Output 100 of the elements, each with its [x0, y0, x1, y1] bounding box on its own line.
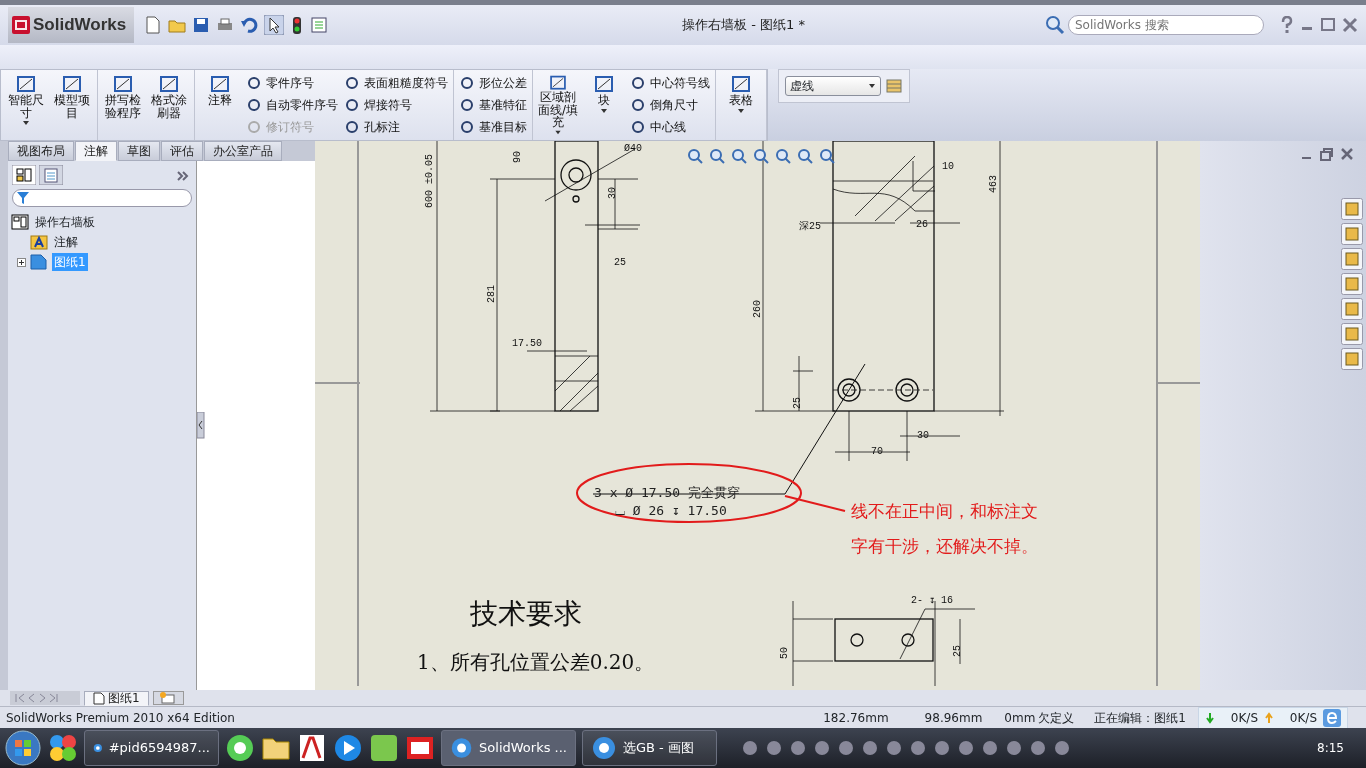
zoom-fit-icon[interactable]	[687, 148, 703, 164]
comment-text: 线不在正中间，和标注文	[851, 501, 1038, 521]
dimension-text: 463	[988, 175, 999, 193]
dimension-text: 10	[942, 161, 954, 172]
annotation-folder-icon[interactable]	[30, 233, 48, 251]
ribbon-button[interactable]: 中心符号线	[628, 73, 712, 93]
editing-text: 正在编辑：图纸1	[1094, 709, 1186, 727]
line-style-dropdown[interactable]: 虚线	[785, 76, 881, 96]
ribbon-button[interactable]: 基准特征	[457, 95, 529, 115]
download-speed: 0K/S	[1230, 709, 1258, 727]
add-sheet-icon[interactable]	[152, 691, 184, 705]
ribbon-button[interactable]: 区域剖面线/填充	[536, 72, 580, 138]
hole-callout-text: ⌴ Ø 26 ↧ 17.50	[615, 503, 727, 518]
taskbar-window-button[interactable]: 选GB - 画图	[582, 730, 717, 766]
caret-icon	[868, 82, 876, 90]
ribbon-button[interactable]: 表格	[719, 72, 763, 138]
ribbon-button[interactable]: 焊接符号	[342, 95, 450, 115]
dimension-text: Ø40	[624, 143, 642, 154]
ribbon-button[interactable]: 块	[582, 72, 626, 138]
close-icon[interactable]	[1342, 17, 1358, 33]
drawing-icon[interactable]	[11, 213, 29, 231]
tab[interactable]: 视图布局	[8, 141, 74, 161]
definition-state: 欠定义	[1038, 709, 1075, 727]
panel-collapse-handle-icon[interactable]	[197, 412, 205, 439]
ribbon-button[interactable]: 孔标注	[342, 117, 450, 137]
dimension-text: 90	[512, 151, 523, 163]
search-icon[interactable]	[1045, 15, 1065, 35]
upload-arrow-icon	[1264, 711, 1274, 724]
dimension-text: 260	[752, 300, 763, 318]
dimension-text: 25	[614, 257, 626, 268]
ribbon-button[interactable]: 注释	[198, 72, 242, 138]
app-launcher-icon[interactable]	[48, 733, 78, 763]
app-logo[interactable]: SolidWorks	[8, 7, 135, 43]
ribbon-button[interactable]: 智能尺寸	[4, 72, 48, 138]
ribbon-button[interactable]: 中心线	[628, 117, 712, 137]
z-coordinate: 0mm	[1004, 709, 1036, 727]
search-field[interactable]: SolidWorks 搜索	[1068, 15, 1264, 35]
dimension-text: 2- ↧ 16	[911, 595, 953, 606]
sheet-icon	[93, 691, 105, 705]
requirements-title: 技术要求	[470, 597, 582, 630]
tree-item[interactable]: 操作右墙板	[33, 213, 97, 231]
sheet-tab[interactable]: 图纸1	[84, 690, 149, 706]
x-coordinate: 182.76mm	[823, 709, 889, 727]
new-file-icon[interactable]	[144, 16, 163, 34]
dimension-text: 70	[871, 446, 883, 457]
tab[interactable]: 草图	[118, 141, 160, 161]
ribbon-button[interactable]: 模型项目	[50, 72, 94, 138]
ribbon-button[interactable]: 形位公差	[457, 73, 529, 93]
edition-text: SolidWorks Premium 2010 x64 Edition	[5, 709, 235, 727]
dimension-text: 30	[917, 430, 929, 441]
layers-icon[interactable]	[885, 77, 903, 95]
ribbon-button[interactable]: 拼写检验程序	[101, 72, 145, 138]
ribbon-button[interactable]: 表面粗糙度符号	[342, 73, 450, 93]
clock-time: 8:15	[1317, 740, 1344, 757]
ribbon-button[interactable]: 倒角尺寸	[628, 95, 712, 115]
hole-callout-text: 3 x Ø 17.50 完全贯穿	[594, 485, 740, 500]
cad-app-icon[interactable]	[297, 733, 327, 763]
dimension-text: 600 ±0.05	[424, 154, 435, 208]
taskbar-window-button[interactable]: SolidWorks ...	[441, 730, 576, 766]
maximize-icon[interactable]	[1320, 17, 1336, 33]
ribbon-button[interactable]: 自动零件序号	[244, 95, 340, 115]
dimension-text: 26	[916, 219, 928, 230]
ribbon-button[interactable]: 基准目标	[457, 117, 529, 137]
sw-logo-icon	[12, 16, 30, 34]
media-player-icon[interactable]	[333, 733, 363, 763]
filter-icon	[16, 191, 30, 205]
y-coordinate: 98.96mm	[924, 709, 983, 727]
ribbon-button[interactable]: 格式涂刷器	[147, 72, 191, 138]
comment-text: 字有干涉，还解决不掉。	[851, 536, 1038, 556]
expand-chevron-icon[interactable]	[177, 170, 189, 181]
feature-tree-tab-icon[interactable]	[12, 165, 36, 185]
dimension-text: 30	[607, 187, 618, 199]
download-arrow-icon	[1205, 711, 1215, 724]
markup-leader-line	[784, 495, 846, 512]
restore-icon[interactable]	[1319, 147, 1334, 162]
expand-plus-icon[interactable]	[17, 257, 26, 267]
window-title: 操作右墙板 - 图纸1 *	[681, 16, 806, 35]
dimension-text: 281	[486, 285, 497, 303]
taskbar-window-button[interactable]: #pid6594987...	[84, 730, 219, 766]
tree-item[interactable]: 注解	[52, 233, 80, 251]
save-icon[interactable]	[192, 16, 211, 34]
start-button-icon[interactable]	[4, 729, 42, 767]
select-pointer-icon[interactable]	[264, 15, 285, 35]
requirement-text: 1、所有孔位置公差0.20。	[417, 650, 655, 674]
dimension-text: 50	[779, 647, 790, 659]
sheet-icon[interactable]	[30, 253, 48, 271]
upload-speed: 0K/S	[1289, 709, 1317, 727]
filter-field[interactable]	[12, 189, 192, 207]
tab[interactable]: 评估	[161, 141, 203, 161]
ribbon-button[interactable]: 零件序号	[244, 73, 340, 93]
dimension-text: 25	[952, 645, 963, 657]
dimension-text: 25	[792, 397, 803, 409]
options-list-icon[interactable]	[310, 16, 329, 34]
dimension-text: 17.50	[512, 338, 542, 349]
tab[interactable]: 注解	[75, 141, 117, 161]
tab[interactable]: 办公室产品	[204, 141, 282, 161]
zoom-area-icon[interactable]	[709, 148, 725, 164]
close-icon[interactable]	[1340, 147, 1354, 161]
help-icon[interactable]	[1280, 16, 1294, 34]
undo-icon[interactable]	[240, 16, 259, 34]
